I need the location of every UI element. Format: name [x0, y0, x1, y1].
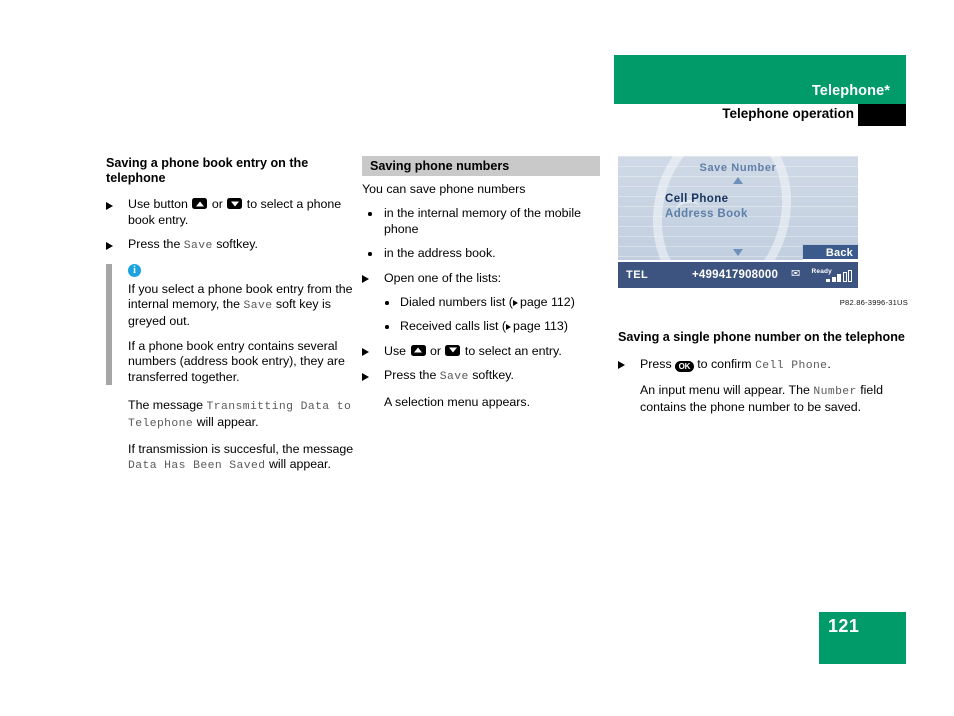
field-code: Number: [813, 386, 857, 399]
down-arrow-key-icon: [445, 344, 461, 356]
section-title: Telephone operation: [722, 106, 854, 121]
message-code: Data Has Been Saved: [128, 460, 266, 473]
step-text-suffix: .: [827, 356, 831, 371]
page-ref-label: page 112: [519, 295, 571, 310]
envelope-icon: ✉: [791, 268, 801, 280]
list-item: Dialed numbers list ( page 112): [362, 295, 600, 310]
status-mode-label: TEL: [626, 269, 649, 281]
step-text-middle: or: [211, 197, 223, 212]
page-number: 121: [828, 616, 860, 636]
step-press-save: Press the Save softkey.: [362, 368, 600, 385]
paragraph-saved: If transmission is succesful, the messag…: [106, 442, 359, 475]
note-code: Save: [243, 300, 273, 313]
paragraph-text-b: will appear.: [196, 415, 259, 430]
up-arrow-key-icon: [192, 198, 208, 210]
softkey-code: Save: [439, 371, 469, 384]
left-column: Saving a phone book entry on the telepho…: [106, 156, 359, 484]
paragraph-text-b: will appear.: [268, 457, 331, 472]
status-phone-number: +499417908000: [692, 269, 779, 281]
display-softkey-back: Back: [802, 244, 858, 261]
note-paragraph-1: If you select a phone book entry from th…: [128, 282, 359, 330]
step-text-prefix: Press the: [128, 237, 181, 252]
note-rule: [106, 263, 112, 386]
triangle-down-icon: [733, 249, 743, 256]
step-label: Open one of the lists:: [384, 270, 502, 285]
figure-caption: P82.86-3996-31US: [839, 298, 908, 307]
step-text-prefix: Press: [640, 356, 672, 371]
menu-item-code: Cell Phone: [755, 359, 828, 372]
step-arrow-icon: [618, 361, 625, 370]
note-paragraph-2: If a phone book entry contains several n…: [128, 338, 345, 384]
page-reference: page 112: [512, 295, 571, 310]
intro-paragraph: You can save phone numbers: [362, 182, 526, 196]
section-header-bar: Telephone operation: [614, 104, 906, 126]
step-text-suffix: to select an entry.: [464, 343, 562, 358]
paragraph-text-a: If transmission is succesful, the messag…: [128, 441, 354, 456]
middle-column: Saving phone numbers You can save phone …: [362, 156, 600, 419]
sub-bullet-label: Dialed numbers list (: [400, 295, 513, 310]
page-number-box: 121: [819, 612, 906, 664]
chapter-header-banner: Telephone*: [614, 55, 906, 104]
display-menu-item-selected: Cell Phone: [665, 193, 729, 205]
step-text-prefix: Use button: [128, 197, 188, 212]
step-arrow-icon: [106, 241, 113, 250]
paragraph-transmitting: The message Transmitting Data to Telepho…: [106, 398, 359, 433]
chapter-title: Telephone*: [811, 83, 890, 99]
step-text-suffix: softkey.: [472, 368, 514, 383]
step-arrow-icon: [362, 275, 369, 284]
page-ref-label: page 113: [513, 319, 564, 334]
step-text-suffix: softkey.: [216, 237, 258, 252]
display-title: Save Number: [699, 162, 777, 174]
signal-strength-icon: [826, 270, 852, 282]
sub-bullet-close: ): [563, 319, 568, 334]
step-select-entry: Use button or to select a phone book ent…: [106, 197, 359, 228]
step-press-save: Press the Save softkey.: [106, 237, 359, 254]
page-ref-arrow-icon: [506, 323, 512, 330]
right-column: Save Number Cell Phone Address Book Back…: [618, 156, 908, 425]
display-status-bar: TEL +499417908000 ✉ Ready: [618, 260, 858, 288]
triangle-up-icon: [733, 177, 743, 184]
list-item: Received calls list ( page 113): [362, 319, 600, 334]
manual-page: Telephone* Telephone operation Saving a …: [0, 0, 954, 716]
page-reference: page 113: [506, 319, 564, 333]
step-text-middle: or: [429, 343, 441, 358]
right-heading: Saving a single phone number on the tele…: [618, 330, 905, 345]
step-press-ok: Press OK to confirm Cell Phone.: [618, 357, 908, 374]
list-item: in the address book.: [362, 246, 600, 261]
ok-key-icon: OK: [675, 360, 694, 372]
step-select-entry: Use or to select an entry.: [362, 344, 600, 359]
left-heading: Saving a phone book entry on the telepho…: [106, 156, 309, 186]
result-text-a: An input menu will appear. The: [640, 383, 810, 398]
list-item: in the internal memory of the mobile pho…: [362, 206, 600, 237]
up-arrow-key-icon: [410, 344, 426, 356]
bullet-label: in the internal memory of the mobile pho…: [384, 206, 581, 236]
down-arrow-key-icon: [227, 198, 243, 210]
step-arrow-icon: [106, 201, 113, 210]
softkey-code: Save: [183, 240, 213, 253]
info-icon: i: [128, 263, 141, 277]
step-text-prefix: Use: [384, 343, 407, 358]
paragraph-text-a: The message: [128, 398, 204, 413]
device-display-screenshot: Save Number Cell Phone Address Book Back…: [618, 156, 858, 288]
result-paragraph: An input menu will appear. The Number fi…: [618, 383, 908, 416]
step-text-middle: to confirm: [697, 356, 752, 371]
step-open-lists: Open one of the lists:: [362, 271, 600, 286]
display-menu-item-address-book: Address Book: [665, 208, 748, 220]
info-note: i If you select a phone book entry from …: [106, 263, 359, 386]
page-ref-arrow-icon: [512, 299, 518, 306]
section-header-black-block: [858, 104, 906, 126]
sub-bullet-label: Received calls list (: [400, 319, 507, 334]
step-arrow-icon: [362, 348, 369, 357]
step-arrow-icon: [362, 372, 369, 381]
result-paragraph: A selection menu appears.: [384, 394, 531, 409]
middle-heading: Saving phone numbers: [362, 156, 600, 176]
bullet-label: in the address book.: [384, 246, 496, 261]
sub-bullet-close: ): [570, 295, 575, 310]
step-text-prefix: Press the: [384, 368, 437, 383]
